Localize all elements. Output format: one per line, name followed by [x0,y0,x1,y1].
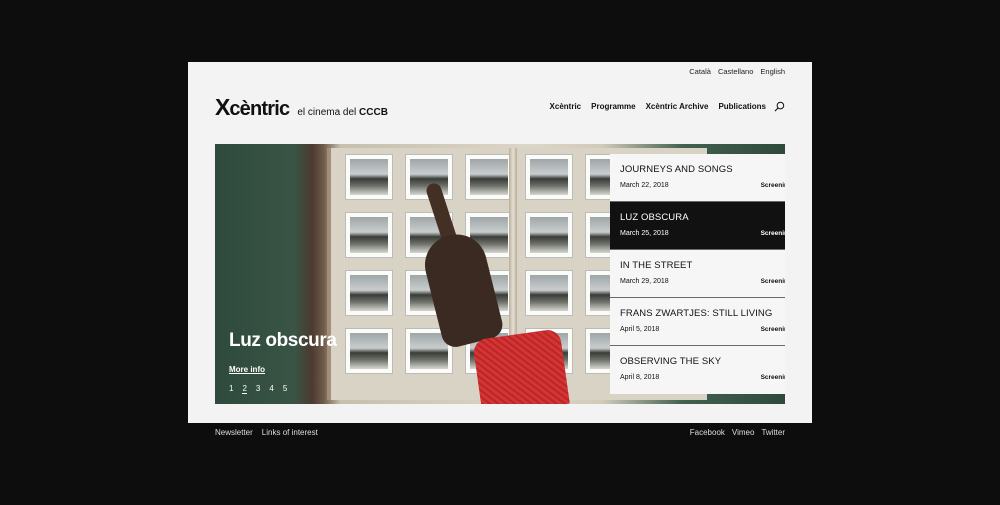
event-type: Screening [760,182,785,189]
event-item[interactable]: FRANS ZWARTJES: STILL LIVING April 5, 20… [610,298,785,346]
pager-5[interactable]: 5 [283,384,287,394]
language-english[interactable]: English [760,67,785,76]
event-item[interactable]: OBSERVING THE SKY April 8, 2018 Screenin… [610,346,785,394]
nav-programme[interactable]: Programme [591,102,635,111]
footer-links-left: Newsletter Links of interest [215,428,318,437]
language-catala[interactable]: Català [689,67,711,76]
pager-4[interactable]: 4 [269,384,273,394]
brand[interactable]: Xcèntric el cinema del CCCB [215,94,388,121]
hero-slider: Luz obscura More info 1 2 3 4 5 JOURNEYS… [215,144,785,404]
event-type: Screening [760,278,785,285]
main-nav: Xcèntric Programme Xcèntric Archive Publ… [550,102,766,111]
footer-social-links: Facebook Vimeo Twitter [690,428,785,437]
nav-publications[interactable]: Publications [718,102,766,111]
logo[interactable]: Xcèntric [215,94,290,121]
event-title: FRANS ZWARTJES: STILL LIVING [620,308,773,319]
pager-2[interactable]: 2 [242,384,247,394]
page-frame: Català Castellano English Xcèntric el ci… [188,62,812,423]
search-icon[interactable] [774,101,785,112]
footer-newsletter[interactable]: Newsletter [215,428,253,437]
event-item-selected[interactable]: LUZ OBSCURA March 25, 2018 Screening [610,202,785,250]
footer-links-of-interest[interactable]: Links of interest [262,428,318,437]
slide-pager: 1 2 3 4 5 [229,384,287,394]
event-type: Screening [760,326,785,333]
nav-xcentric[interactable]: Xcèntric [550,102,582,111]
event-date: April 8, 2018 [620,374,660,381]
language-switcher: Català Castellano English [689,67,785,76]
hero-title: Luz obscura [229,330,337,351]
red-sleeve [472,328,570,404]
event-date: March 25, 2018 [620,230,669,237]
footer-facebook[interactable]: Facebook [690,428,725,437]
tagline: el cinema del CCCB [297,107,388,118]
event-date: March 29, 2018 [620,278,669,285]
pager-1[interactable]: 1 [229,384,233,394]
event-date: April 5, 2018 [620,326,660,333]
pager-3[interactable]: 3 [256,384,260,394]
event-title: JOURNEYS AND SONGS [620,164,733,175]
event-date: March 22, 2018 [620,182,669,189]
more-info-link[interactable]: More info [229,365,265,374]
event-item[interactable]: IN THE STREET March 29, 2018 Screening [610,250,785,298]
footer-vimeo[interactable]: Vimeo [732,428,755,437]
event-title: LUZ OBSCURA [620,212,689,223]
nav-xcentric-archive[interactable]: Xcèntric Archive [646,102,709,111]
event-item[interactable]: JOURNEYS AND SONGS March 22, 2018 Screen… [610,154,785,202]
event-title: OBSERVING THE SKY [620,356,722,367]
event-type: Screening [760,230,785,237]
event-title: IN THE STREET [620,260,693,271]
event-type: Screening [760,374,785,381]
language-castellano[interactable]: Castellano [718,67,753,76]
footer-twitter[interactable]: Twitter [761,428,785,437]
event-list: JOURNEYS AND SONGS March 22, 2018 Screen… [610,154,785,394]
